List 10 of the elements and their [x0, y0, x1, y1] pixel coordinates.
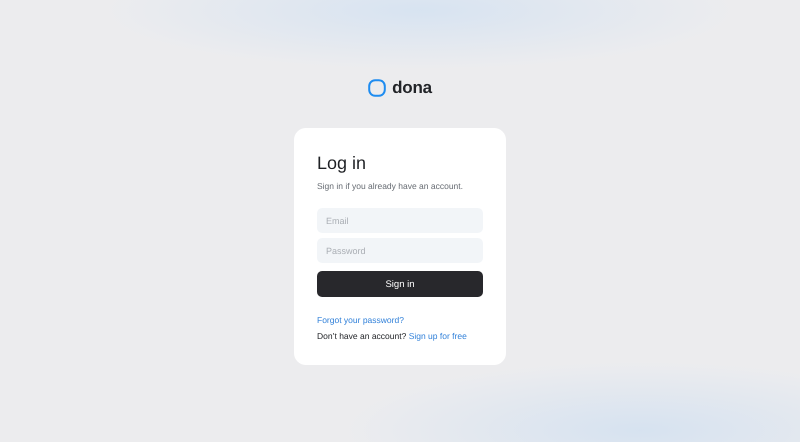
signup-prompt: Don’t have an account? Sign up for free — [317, 331, 468, 341]
sign-in-button[interactable]: Sign in — [317, 271, 483, 297]
forgot-password-link[interactable]: Forgot your password? — [317, 315, 404, 325]
input-field[interactable]: Email — [317, 208, 483, 233]
login-subtitle: Sign in if you already have an account. — [317, 181, 464, 191]
sign-up-link[interactable]: Sign up for free — [408, 331, 467, 341]
brand-name: dona — [392, 78, 432, 98]
logo-icon — [368, 79, 386, 97]
login-title: Log in — [317, 153, 368, 174]
input-field[interactable]: Password — [317, 238, 483, 263]
